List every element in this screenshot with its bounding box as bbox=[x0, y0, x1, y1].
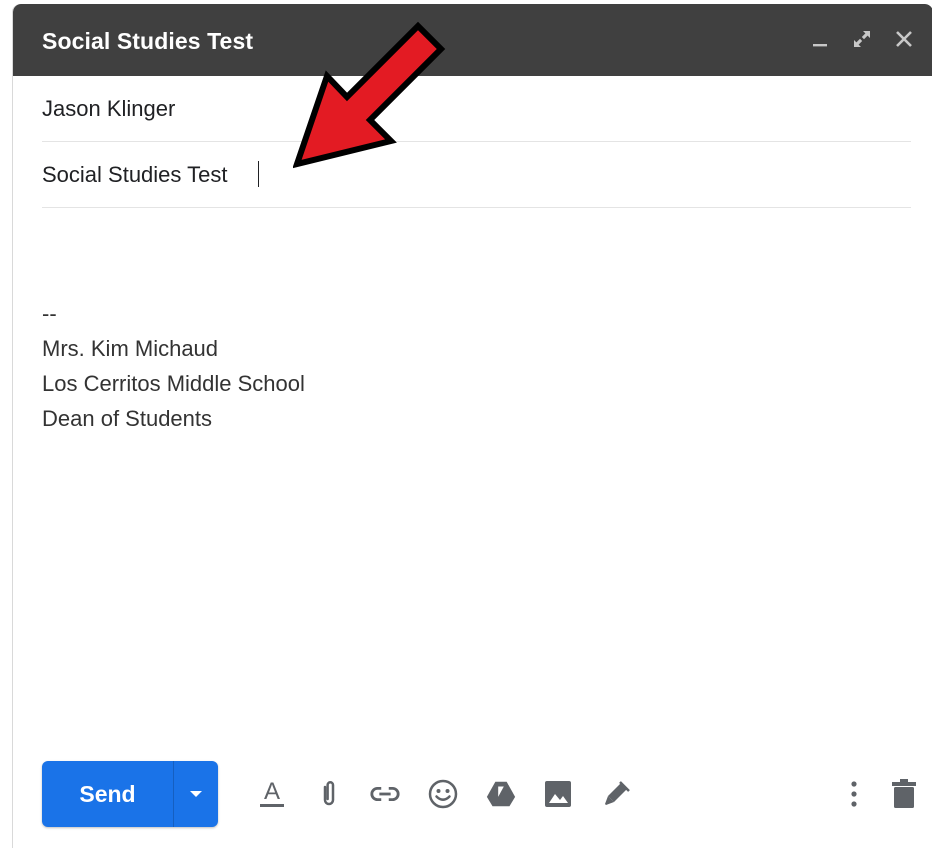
signature-line: Dean of Students bbox=[42, 406, 213, 431]
annotation-arrow-icon bbox=[293, 21, 446, 169]
trash-icon[interactable] bbox=[888, 778, 920, 810]
signature-line: -- bbox=[42, 301, 57, 326]
subject-field[interactable] bbox=[42, 142, 911, 208]
signature-pen-icon[interactable] bbox=[600, 778, 632, 810]
signature-line: Los Cerritos Middle School bbox=[42, 371, 305, 396]
emoji-icon[interactable] bbox=[427, 778, 459, 810]
expand-icon[interactable] bbox=[849, 26, 875, 52]
svg-text:A: A bbox=[264, 778, 280, 805]
compose-window: Social Studies Test Jason Klinger -- Mrs… bbox=[12, 4, 932, 848]
caret-down-icon bbox=[190, 791, 202, 797]
text-caret bbox=[258, 161, 259, 187]
compose-titlebar[interactable]: Social Studies Test bbox=[13, 4, 932, 76]
drive-icon[interactable] bbox=[485, 778, 517, 810]
recipient-chip[interactable]: Jason Klinger bbox=[42, 96, 175, 122]
signature-line: Mrs. Kim Michaud bbox=[42, 336, 219, 361]
send-button[interactable]: Send bbox=[42, 761, 173, 827]
compose-toolbar: Send A bbox=[42, 761, 916, 827]
send-button-group: Send bbox=[42, 761, 218, 827]
more-options-icon[interactable] bbox=[838, 778, 870, 810]
attach-icon[interactable] bbox=[313, 778, 345, 810]
minimize-icon[interactable] bbox=[807, 26, 833, 52]
message-body[interactable]: -- Mrs. Kim Michaud Los Cerritos Middle … bbox=[42, 296, 902, 436]
window-controls bbox=[807, 26, 917, 52]
compose-title: Social Studies Test bbox=[42, 28, 254, 54]
formatting-icon[interactable]: A bbox=[256, 778, 288, 810]
photo-icon[interactable] bbox=[542, 778, 574, 810]
close-icon[interactable] bbox=[891, 26, 917, 52]
page-edge bbox=[0, 0, 12, 848]
link-icon[interactable] bbox=[369, 778, 401, 810]
to-field[interactable]: Jason Klinger bbox=[42, 76, 911, 142]
schedule-send-button[interactable] bbox=[174, 761, 218, 827]
